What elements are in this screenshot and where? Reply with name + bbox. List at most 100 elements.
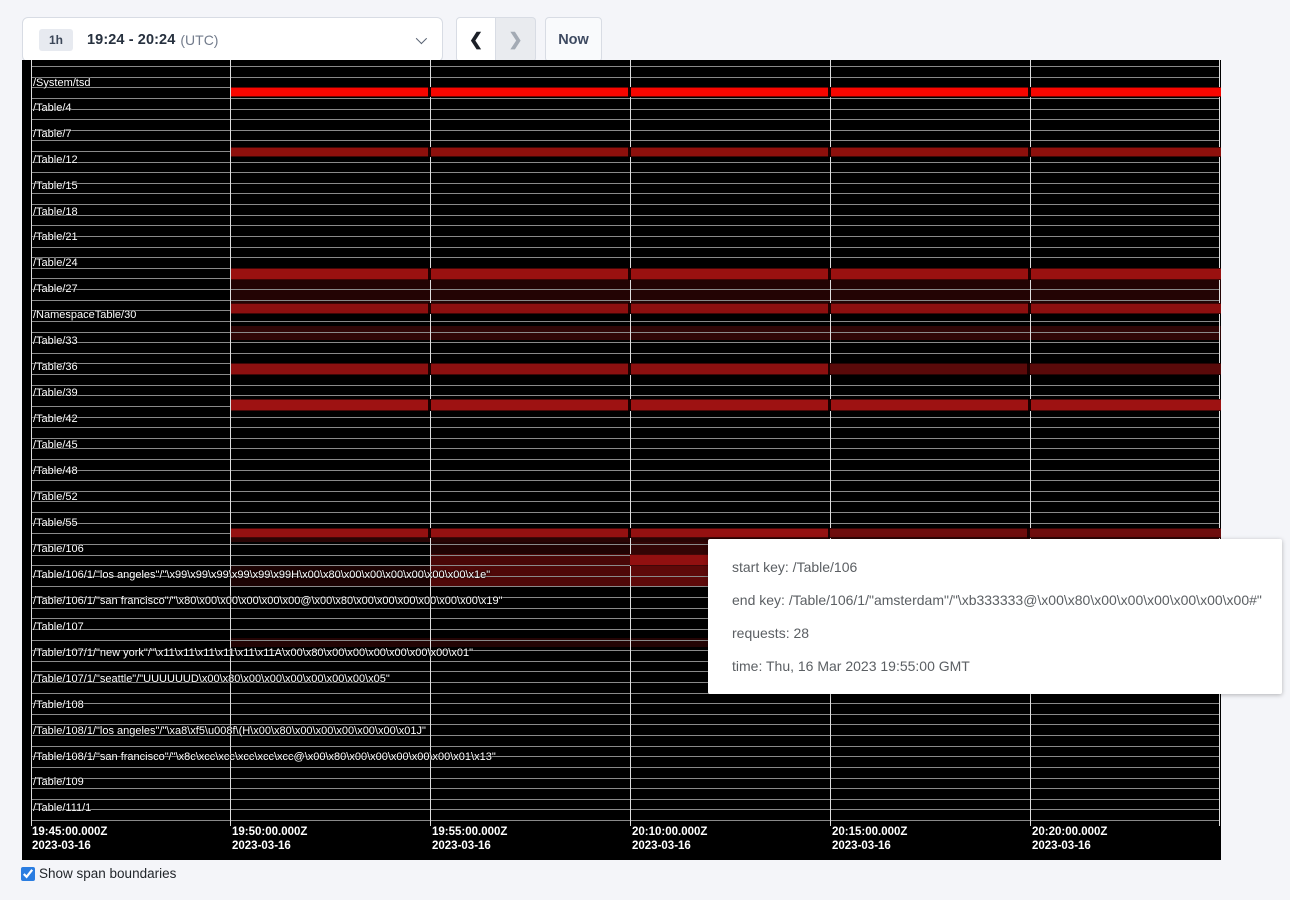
axis-date: 2023-03-16: [232, 839, 307, 853]
span-boundary-line: [31, 77, 1219, 78]
heatmap-band: [231, 147, 1221, 157]
time-axis-label: 20:20:00.000Z2023-03-16: [1032, 825, 1107, 853]
time-range-label: 19:24 - 20:24: [87, 32, 175, 48]
key-visualizer-page: 1h 19:24 - 20:24 (UTC) ❮ ❯ Now /System/t…: [0, 0, 1290, 900]
chevron-right-icon: ❯: [508, 30, 522, 50]
row-label: /Table/109: [33, 776, 84, 788]
time-gridline: [230, 60, 231, 826]
heatmap-band: [231, 399, 1221, 411]
span-boundary-line: [31, 342, 1219, 343]
span-boundary-line: [31, 98, 1219, 99]
axis-time: 19:50:00.000Z: [232, 825, 307, 839]
now-button[interactable]: Now: [545, 17, 602, 62]
span-boundary-line: [31, 353, 1219, 354]
time-range-selector[interactable]: 1h 19:24 - 20:24 (UTC): [22, 17, 443, 62]
span-boundary-line: [31, 395, 1219, 396]
heatmap-band: [630, 554, 710, 566]
row-label: /Table/52: [33, 491, 78, 503]
span-boundary-line: [31, 523, 1219, 524]
span-boundary-line: [31, 427, 1219, 428]
time-gridline: [31, 60, 32, 826]
time-gridline: [430, 60, 431, 826]
span-boundary-line: [31, 204, 1219, 205]
row-label: /System/tsd: [33, 77, 90, 89]
row-label: /Table/106/1/"san francisco"/"\x80\x00\x…: [33, 595, 503, 607]
time-nav-button-group: ❮ ❯: [456, 17, 536, 62]
span-boundary-line: [31, 289, 1219, 290]
span-boundary-line: [31, 820, 1219, 821]
row-label: /Table/55: [33, 517, 78, 529]
span-boundary-line: [31, 480, 1219, 481]
row-label: /Table/12: [33, 154, 78, 166]
row-label: /Table/106: [33, 543, 84, 555]
key-visualizer-canvas[interactable]: /System/tsd/Table/4/Table/7/Table/12/Tab…: [22, 60, 1221, 860]
span-boundary-line: [31, 332, 1219, 333]
span-boundary-line: [31, 809, 1219, 810]
heatmap-band: [231, 326, 1221, 340]
row-label: /Table/15: [33, 180, 78, 192]
span-boundary-line: [31, 788, 1219, 789]
row-label: /Table/107/1/"seattle"/"UUUUUUD\x00\x80\…: [33, 673, 390, 685]
time-axis-label: 20:15:00.000Z2023-03-16: [832, 825, 907, 853]
row-label: /Table/45: [33, 439, 78, 451]
tooltip-start-key: start key: /Table/106: [732, 559, 1258, 575]
time-gridline: [1219, 60, 1220, 826]
axis-time: 20:15:00.000Z: [832, 825, 907, 839]
heatmap-band: [231, 268, 1221, 280]
row-label: /Table/33: [33, 335, 78, 347]
next-range-button[interactable]: ❯: [496, 17, 536, 62]
heatmap-band: [231, 363, 830, 375]
span-boundary-line: [31, 66, 1219, 67]
span-boundary-line: [31, 225, 1219, 226]
span-boundary-line: [31, 438, 1219, 439]
heatmap-band: [830, 528, 1221, 538]
axis-time: 20:10:00.000Z: [632, 825, 707, 839]
heatmap-band: [231, 528, 830, 538]
chevron-down-icon: [416, 32, 427, 43]
previous-range-button[interactable]: ❮: [456, 17, 496, 62]
tooltip-time: time: Thu, 16 Mar 2023 19:55:00 GMT: [732, 658, 1258, 674]
span-boundary-line: [31, 183, 1219, 184]
row-label: /Table/108/1/"los angeles"/"\xa8\xf5\u00…: [33, 725, 426, 737]
cell-tooltip: start key: /Table/106 end key: /Table/10…: [708, 539, 1282, 694]
span-boundary-line: [31, 501, 1219, 502]
time-axis-label: 19:55:00.000Z2023-03-16: [432, 825, 507, 853]
show-span-boundaries-checkbox[interactable]: [21, 867, 35, 881]
time-axis-label: 19:50:00.000Z2023-03-16: [232, 825, 307, 853]
row-label: /Table/18: [33, 206, 78, 218]
row-label: /Table/107: [33, 621, 84, 633]
span-boundary-line: [31, 130, 1219, 131]
span-boundary-line: [31, 247, 1219, 248]
span-boundary-line: [31, 491, 1219, 492]
span-boundary-line: [31, 703, 1219, 704]
span-boundary-line: [31, 109, 1219, 110]
span-boundary-line: [31, 236, 1219, 237]
axis-date: 2023-03-16: [832, 839, 907, 853]
row-label: /Table/27: [33, 283, 78, 295]
span-boundary-line: [31, 162, 1219, 163]
time-axis-label: 20:10:00.000Z2023-03-16: [632, 825, 707, 853]
time-range-timezone: (UTC): [180, 32, 218, 48]
span-boundary-line: [31, 193, 1219, 194]
span-boundary-line: [31, 512, 1219, 513]
row-label: /Table/106/1/"los angeles"/"\x99\x99\x99…: [33, 569, 490, 581]
span-boundary-line: [31, 459, 1219, 460]
row-label: /Table/48: [33, 465, 78, 477]
row-label: /Table/24: [33, 257, 78, 269]
axis-time: 19:55:00.000Z: [432, 825, 507, 839]
span-boundary-line: [31, 257, 1219, 258]
axis-date: 2023-03-16: [632, 839, 707, 853]
time-gridline: [830, 60, 831, 826]
span-boundary-line: [31, 172, 1219, 173]
row-label: /Table/42: [33, 413, 78, 425]
span-boundary-line: [31, 778, 1219, 779]
span-boundary-line: [31, 799, 1219, 800]
axis-date: 2023-03-16: [432, 839, 507, 853]
span-boundary-line: [31, 385, 1219, 386]
show-span-boundaries-control: Show span boundaries: [21, 866, 176, 881]
span-boundary-line: [31, 321, 1219, 322]
row-label: /NamespaceTable/30: [33, 309, 136, 321]
span-boundary-line: [31, 714, 1219, 715]
heatmap-band: [231, 303, 1221, 314]
chevron-left-icon: ❮: [469, 30, 483, 50]
